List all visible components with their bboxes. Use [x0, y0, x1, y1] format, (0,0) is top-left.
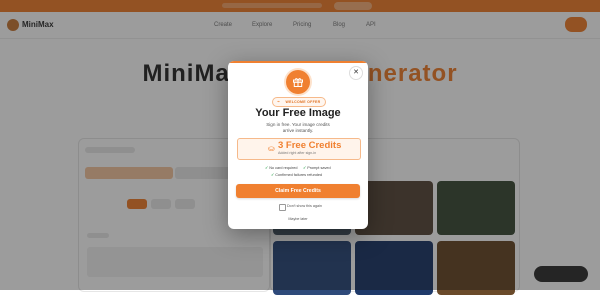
feature-item: ✓No card required — [265, 165, 297, 170]
credits-amount: 3 Free Credits — [278, 140, 342, 151]
welcome-offer-badge: ⌁ WELCOME OFFER — [272, 97, 326, 107]
modal-title: Your Free Image — [255, 107, 341, 119]
tag-icon: ⌁ — [277, 99, 281, 105]
credits-callout: ⛀ 3 Free Credits Added right after sign-… — [237, 138, 361, 160]
feature-label: Confirmed failures refunded — [275, 173, 323, 177]
welcome-offer-modal: ✕ ⌁ WELCOME OFFER Your Free Image Sign i… — [228, 61, 368, 229]
maybe-later-link[interactable]: Maybe later — [228, 217, 368, 221]
gift-icon-badge — [286, 70, 310, 94]
modal-subtitle: Sign in free. Your image credits arrive … — [266, 122, 330, 133]
feature-item: ✓Prompt saved — [303, 165, 331, 170]
check-icon: ✓ — [303, 166, 307, 170]
modal-accent-line — [228, 61, 368, 63]
welcome-offer-label: WELCOME OFFER — [285, 100, 321, 104]
claim-free-credits-button[interactable]: Claim Free Credits — [236, 184, 360, 198]
credits-note: Added right after sign-in — [278, 151, 317, 155]
feature-label: Prompt saved — [307, 166, 331, 170]
dont-show-checkbox[interactable] — [279, 204, 286, 211]
dont-show-label[interactable]: Don't show this again — [287, 204, 322, 209]
gift-icon — [293, 78, 303, 87]
check-icon: ✓ — [265, 166, 269, 170]
feature-item: ✓Confirmed failures refunded — [271, 172, 322, 177]
close-icon: ✕ — [353, 69, 359, 76]
feature-label: No card required — [269, 166, 298, 170]
check-icon: ✓ — [271, 173, 275, 177]
coins-icon: ⛀ — [268, 144, 275, 153]
close-button[interactable]: ✕ — [350, 67, 362, 79]
